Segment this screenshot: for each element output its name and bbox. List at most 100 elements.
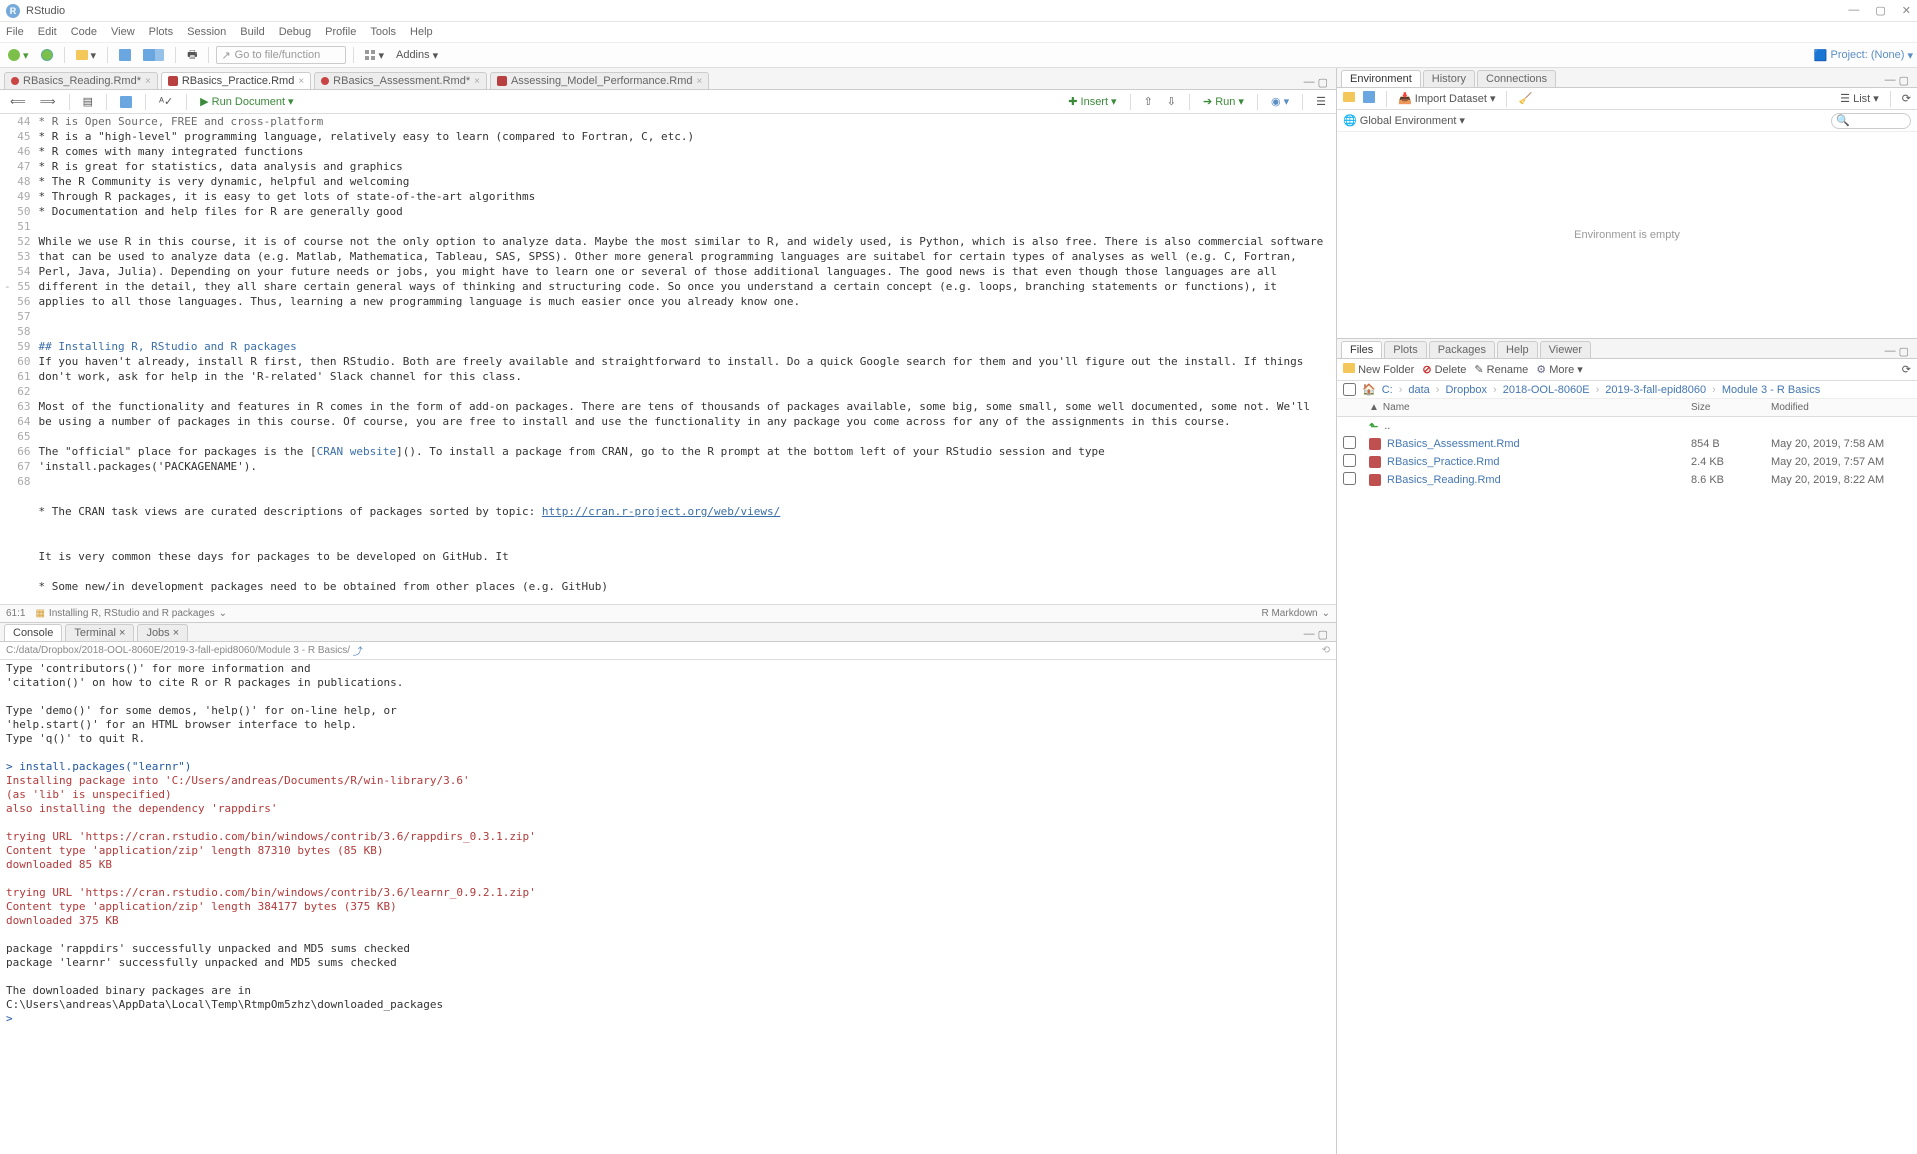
save-all-button[interactable] — [139, 47, 168, 63]
close-tab-icon[interactable]: × — [145, 76, 151, 87]
source-editor[interactable]: 4445464748495051525354- 5556575859606162… — [0, 114, 1336, 604]
maximize-pane-icon[interactable]: ▢ — [1899, 345, 1909, 358]
maximize-pane-icon[interactable]: ▢ — [1318, 628, 1328, 641]
menu-help[interactable]: Help — [410, 26, 433, 38]
minimize-pane-icon[interactable]: — — [1885, 345, 1896, 358]
tab-rbasics-reading[interactable]: RBasics_Reading.Rmd*× — [4, 72, 158, 89]
save-source-button[interactable] — [116, 95, 136, 109]
list-view-button[interactable]: ☰ List ▾ — [1840, 92, 1879, 105]
tab-history[interactable]: History — [1423, 70, 1475, 87]
outline-label[interactable]: Installing R, RStudio and R packages — [49, 608, 215, 619]
new-project-button[interactable] — [37, 47, 57, 63]
menu-debug[interactable]: Debug — [279, 26, 311, 38]
tab-rbasics-assessment[interactable]: RBasics_Assessment.Rmd*× — [314, 72, 487, 89]
run-document-button[interactable]: ▶ Run Document ▾ — [196, 94, 297, 109]
crumb[interactable]: 2018-OOL-8060E — [1503, 384, 1590, 396]
load-workspace-button[interactable] — [1343, 92, 1355, 105]
global-env-selector[interactable]: 🌐 Global Environment ▾ — [1343, 114, 1465, 127]
clear-env-button[interactable]: 🧹 — [1518, 92, 1532, 105]
home-icon[interactable]: 🏠 — [1362, 383, 1376, 396]
close-icon[interactable]: ✕ — [1902, 4, 1911, 17]
back-button[interactable]: ⟸ — [6, 94, 30, 109]
save-workspace-button[interactable] — [1363, 91, 1375, 106]
env-search-input[interactable]: 🔍 — [1831, 113, 1911, 129]
refresh-env-icon[interactable]: ⟳ — [1902, 92, 1911, 105]
file-row[interactable]: RBasics_Reading.Rmd8.6 KBMay 20, 2019, 8… — [1337, 471, 1917, 489]
tab-console[interactable]: Console — [4, 624, 62, 641]
menu-tools[interactable]: Tools — [370, 26, 396, 38]
tab-files[interactable]: Files — [1341, 341, 1382, 358]
select-all-checkbox[interactable] — [1343, 383, 1356, 396]
console-tabs: Console Terminal × Jobs × —▢ — [0, 622, 1336, 642]
maximize-icon[interactable]: ▢ — [1875, 4, 1885, 17]
show-outline-button[interactable]: ▤ — [79, 94, 97, 109]
file-row[interactable]: RBasics_Assessment.Rmd854 BMay 20, 2019,… — [1337, 435, 1917, 453]
spellcheck-button[interactable]: ᴬ✓ — [155, 94, 177, 109]
file-row[interactable]: RBasics_Practice.Rmd2.4 KBMay 20, 2019, … — [1337, 453, 1917, 471]
crumb[interactable]: Module 3 - R Basics — [1722, 384, 1820, 396]
minimize-pane-icon[interactable]: — — [1304, 628, 1315, 641]
crumb[interactable]: 2019-3-fall-epid8060 — [1605, 384, 1706, 396]
tab-viewer[interactable]: Viewer — [1540, 341, 1591, 358]
menu-edit[interactable]: Edit — [38, 26, 57, 38]
tab-environment[interactable]: Environment — [1341, 70, 1421, 87]
forward-button[interactable]: ⟹ — [36, 94, 60, 109]
crumb[interactable]: Dropbox — [1445, 384, 1487, 396]
close-tab-icon[interactable]: × — [474, 76, 480, 87]
addins-button[interactable]: Addins ▾ — [392, 47, 442, 64]
maximize-pane-icon[interactable]: ▢ — [1899, 74, 1909, 87]
tab-plots[interactable]: Plots — [1384, 341, 1426, 358]
insert-button[interactable]: ✚ Insert ▾ — [1064, 94, 1120, 109]
goto-file-function-input[interactable]: ↗ Go to file/function — [216, 46, 346, 64]
minimize-pane-icon[interactable]: — — [1304, 76, 1315, 89]
tab-terminal[interactable]: Terminal × — [65, 624, 134, 641]
menu-file[interactable]: File — [6, 26, 24, 38]
file-checkbox[interactable] — [1343, 436, 1356, 449]
menu-session[interactable]: Session — [187, 26, 226, 38]
file-mode[interactable]: R Markdown — [1261, 608, 1317, 619]
print-button[interactable]: 🖶 — [183, 44, 201, 67]
rename-button[interactable]: ✎ Rename — [1474, 363, 1528, 376]
tab-connections[interactable]: Connections — [1477, 70, 1556, 87]
import-dataset-button[interactable]: 📥 Import Dataset ▾ — [1398, 92, 1495, 105]
delete-button[interactable]: ⊘ Delete — [1422, 363, 1466, 376]
console-output[interactable]: Type 'contributors()' for more informati… — [0, 660, 1336, 1154]
open-file-button[interactable]: ▾ — [72, 47, 101, 64]
publish-button[interactable]: ◉ ▾ — [1267, 94, 1293, 109]
menu-build[interactable]: Build — [240, 26, 264, 38]
close-tab-icon[interactable]: × — [298, 76, 304, 87]
tab-assessing-model[interactable]: Assessing_Model_Performance.Rmd× — [490, 72, 709, 89]
refresh-files-icon[interactable]: ⟳ — [1902, 363, 1911, 376]
up-directory-row[interactable]: ⬑ .. — [1337, 417, 1917, 435]
menu-view[interactable]: View — [111, 26, 135, 38]
go-prev-button[interactable]: ⇧ — [1140, 94, 1157, 109]
go-next-button[interactable]: ⇩ — [1163, 94, 1180, 109]
maximize-pane-icon[interactable]: ▢ — [1318, 76, 1328, 89]
main-toolbar: ▾ ▾ 🖶 ↗ Go to file/function ▾ Addins ▾ 🟦… — [0, 42, 1917, 68]
save-button[interactable] — [115, 47, 135, 63]
tab-help[interactable]: Help — [1497, 341, 1538, 358]
minimize-pane-icon[interactable]: — — [1885, 74, 1896, 87]
project-menu[interactable]: 🟦 Project: (None) ▾ — [1814, 49, 1913, 62]
file-checkbox[interactable] — [1343, 472, 1356, 485]
crumb[interactable]: C: — [1382, 384, 1393, 396]
crumb[interactable]: data — [1408, 384, 1429, 396]
new-file-button[interactable]: ▾ — [4, 47, 33, 64]
tab-jobs[interactable]: Jobs × — [137, 624, 188, 641]
menu-profile[interactable]: Profile — [325, 26, 356, 38]
tab-rbasics-practice[interactable]: RBasics_Practice.Rmd× — [161, 72, 311, 89]
new-folder-button[interactable]: New Folder — [1343, 363, 1414, 376]
outline-toggle-button[interactable]: ☰ — [1312, 94, 1330, 109]
more-button[interactable]: ⚙ More ▾ — [1536, 363, 1583, 376]
menu-plots[interactable]: Plots — [149, 26, 173, 38]
grid-button[interactable]: ▾ — [361, 47, 388, 64]
menu-code[interactable]: Code — [71, 26, 97, 38]
file-checkbox[interactable] — [1343, 454, 1356, 467]
minimize-icon[interactable]: — — [1848, 4, 1859, 17]
clear-console-icon[interactable]: ⟲ — [1322, 645, 1330, 656]
env-empty-label: Environment is empty — [1337, 132, 1917, 338]
tab-packages[interactable]: Packages — [1429, 341, 1495, 358]
close-tab-icon[interactable]: × — [697, 76, 703, 87]
files-tabs: Files Plots Packages Help Viewer —▢ — [1337, 339, 1917, 359]
run-button[interactable]: ➔ Run ▾ — [1199, 94, 1248, 109]
